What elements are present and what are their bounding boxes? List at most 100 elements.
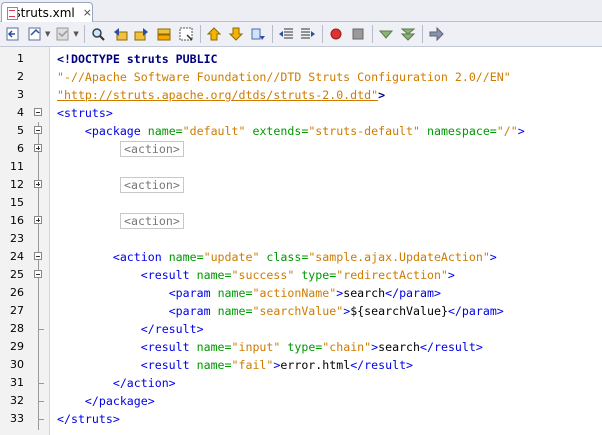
line-text: <!DOCTYPE struts PUBLIC [57,52,218,66]
code-line: 29 <result name="input" type="chain">sea… [0,338,602,356]
collapsed-action-block[interactable]: <action> [120,213,184,229]
line-text: <result name="input" type="chain">search… [140,340,483,354]
validate-xml-icon[interactable] [399,25,417,43]
line-number: 5 [17,124,24,137]
shift-right-icon[interactable] [299,25,317,43]
fold-expand-icon[interactable] [34,216,42,224]
code-line: 25 <result name="success" type="redirect… [0,266,602,284]
fold-end-marker [38,374,44,384]
last-edit-icon[interactable] [4,25,22,43]
line-number: 24 [10,250,24,263]
line-text: <action> [120,212,184,230]
code-line: 3 "http://struts.apache.org/dtds/struts-… [0,86,602,104]
code-editor[interactable]: 1 <!DOCTYPE struts PUBLIC 2 "-//Apache S… [0,47,602,435]
code-line: 2 "-//Apache Software Foundation//DTD St… [0,68,602,86]
code-line: 26 <param name="actionName">search</para… [0,284,602,302]
toolbar-separator [83,25,85,43]
line-text: "http://struts.apache.org/dtds/struts-2.… [57,86,385,104]
code-line: 33 </struts> [0,410,602,428]
line-number: 27 [10,304,24,317]
toolbar-separator [271,25,273,43]
line-number: 4 [17,106,24,119]
code-line: 5 <package name="default" extends="strut… [0,122,602,140]
previous-bookmark-icon[interactable] [227,25,245,43]
toolbar-separator [371,25,373,43]
find-selection-icon[interactable] [155,25,173,43]
line-text: <param name="searchValue">${searchValue}… [168,304,504,318]
close-tab-icon[interactable]: × [83,7,92,18]
line-number: 6 [17,142,24,155]
line-number: 16 [10,214,24,227]
line-text: "-//Apache Software Foundation//DTD Stru… [57,70,511,84]
check-xml-icon[interactable] [377,25,395,43]
line-number: 2 [17,70,24,83]
line-text: </result> [57,322,204,336]
line-number: 11 [10,160,24,173]
xml-file-icon [6,6,20,20]
fold-end-marker [38,392,44,402]
line-number: 32 [10,394,24,407]
forward-dropdown-icon[interactable]: ▼ [73,30,78,38]
collapsed-action-block[interactable]: <action> [120,141,184,157]
editor-toolbar: ▼ ▼ [0,22,602,47]
collapsed-action-block[interactable]: <action> [120,177,184,193]
line-text: <package name="default" extends="struts-… [84,124,525,138]
line-text: <result name="success" type="redirectAct… [140,268,455,282]
editor-tab-bar: struts.xml × [0,0,602,22]
doctype-close: > [378,88,386,102]
shift-left-icon[interactable] [277,25,295,43]
fold-collapse-icon[interactable] [34,126,42,134]
code-line: 23 [0,230,602,248]
find-icon[interactable] [89,25,107,43]
toggle-bookmark-icon[interactable] [205,25,223,43]
line-number: 15 [10,196,24,209]
fold-collapse-icon[interactable] [34,270,42,278]
line-text: </struts> [57,412,120,426]
line-number: 1 [17,52,24,65]
code-line: 1 <!DOCTYPE struts PUBLIC [0,50,602,68]
back-dropdown-icon[interactable]: ▼ [45,30,50,38]
line-text: </package> [57,394,155,408]
fold-expand-icon[interactable] [34,144,42,152]
code-line: 30 <result name="fail">error.html</resul… [0,356,602,374]
fold-expand-icon[interactable] [34,180,42,188]
line-text: <result name="fail">error.html</result> [140,358,414,372]
forward-icon[interactable] [54,25,72,43]
line-text: <struts> [57,106,113,120]
fold-collapse-icon[interactable] [34,108,42,116]
line-text: <action> [120,176,184,194]
line-text: </action> [57,376,176,390]
file-tab[interactable]: struts.xml × [1,2,93,22]
file-tab-label: struts.xml [14,5,75,20]
find-next-icon[interactable] [133,25,151,43]
code-line: 16 <action> [0,212,602,230]
line-number: 3 [17,88,24,101]
line-number: 31 [10,376,24,389]
code-line: 27 <param name="searchValue">${searchVal… [0,302,602,320]
code-line: 31 </action> [0,374,602,392]
next-bookmark-icon[interactable] [249,25,267,43]
code-line: 24 <action name="update" class="sample.a… [0,248,602,266]
code-line: 4 <struts> [0,104,602,122]
toolbar-separator [199,25,201,43]
code-line: 15 [0,194,602,212]
back-icon[interactable] [26,25,44,43]
line-text: <param name="actionName">search</param> [168,286,441,300]
fold-end-marker [38,410,44,420]
code-line: 28 </result> [0,320,602,338]
find-previous-icon[interactable] [111,25,129,43]
line-number: 30 [10,358,24,371]
fold-collapse-icon[interactable] [34,252,42,260]
start-macro-icon[interactable] [327,25,345,43]
line-number: 28 [10,322,24,335]
line-number: 23 [10,232,24,245]
code-line: 11 [0,158,602,176]
toolbar-separator [421,25,423,43]
stop-macro-icon[interactable] [349,25,367,43]
code-line: 6 <action> [0,140,602,158]
line-text: <action> [120,140,184,158]
dtd-link[interactable]: "http://struts.apache.org/dtds/struts-2.… [57,88,378,102]
toggle-highlight-icon[interactable] [177,25,195,43]
xsl-transform-icon[interactable] [427,25,445,43]
line-number: 12 [10,178,24,191]
